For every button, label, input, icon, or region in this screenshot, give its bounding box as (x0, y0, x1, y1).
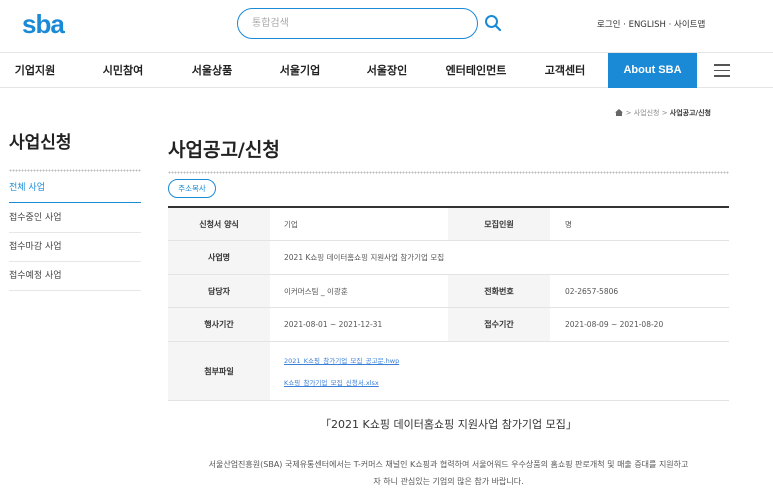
table-header: 첨부파일 (168, 342, 270, 400)
table-row: 신청서 양식 기업 모집인원 명 (168, 208, 729, 241)
table-row: 사업명 2021 K쇼핑 데이터홈쇼핑 지원사업 참가기업 모집 (168, 241, 729, 275)
breadcrumb-current: 사업공고/신청 (669, 109, 711, 117)
table-header: 접수기간 (448, 308, 550, 341)
table-value: 2021-08-01 ~ 2021-12-31 (284, 320, 383, 329)
search-box (237, 8, 478, 39)
attachments: 2021_K쇼핑_참가기업_모집_공고문.hwp K쇼핑_참가기업_모집_신청서… (284, 342, 399, 400)
table-header: 담당자 (168, 275, 270, 307)
gnb-item-about-sba[interactable]: About SBA (608, 53, 697, 88)
hamburger-menu-icon[interactable] (714, 64, 730, 77)
gnb-item-entertainment[interactable]: 엔터테인먼트 (436, 53, 516, 88)
table-header: 신청서 양식 (168, 208, 270, 240)
sidebar-item-all[interactable]: 전체 사업 (9, 174, 141, 203)
table-header: 전화번호 (448, 275, 550, 307)
attachment-link-xlsx[interactable]: K쇼핑_참가기업_모집_신청서.xlsx (284, 377, 399, 387)
top-links: 로그인 · ENGLISH · 사이트맵 (597, 18, 705, 30)
table-header: 행사기간 (168, 308, 270, 341)
breadcrumb-separator: > (623, 109, 634, 117)
sidebar-title: 사업신청 (9, 133, 72, 153)
breadcrumb-separator: > (659, 109, 670, 117)
gnb-item-customer-center[interactable]: 고객센터 (530, 53, 600, 88)
attachment-link-hwp[interactable]: 2021_K쇼핑_참가기업_모집_공고문.hwp (284, 355, 399, 365)
link-separator: · (665, 20, 675, 30)
copy-url-button[interactable]: 주소복사 (168, 179, 216, 198)
table-header: 사업명 (168, 241, 270, 274)
gnb-item-seoul-masters[interactable]: 서울장인 (352, 53, 422, 88)
gnb-item-seoul-products[interactable]: 서울상품 (177, 53, 247, 88)
search-input[interactable] (238, 9, 477, 38)
english-link[interactable]: ENGLISH (629, 20, 666, 30)
gnb-item-business-support[interactable]: 기업지원 (0, 53, 70, 88)
gnb-item-citizen[interactable]: 시민참여 (88, 53, 158, 88)
table-row: 행사기간 2021-08-01 ~ 2021-12-31 접수기간 2021-0… (168, 308, 729, 342)
sidebar-item-closed[interactable]: 접수마감 사업 (9, 233, 141, 262)
table-row: 첨부파일 2021_K쇼핑_참가기업_모집_공고문.hwp K쇼핑_참가기업_모… (168, 342, 729, 401)
main-navigation: 기업지원 시민참여 서울상품 서울기업 서울장인 엔터테인먼트 고객센터 Abo… (0, 52, 773, 88)
breadcrumb-item[interactable]: 사업신청 (634, 109, 660, 117)
table-value: 명 (565, 219, 572, 229)
sidebar-item-open[interactable]: 접수중인 사업 (9, 204, 141, 233)
search-icon[interactable] (484, 14, 502, 32)
business-name-value: 2021 K쇼핑 데이터홈쇼핑 지원사업 참가기업 모집 (284, 253, 445, 262)
link-separator: · (620, 20, 629, 30)
breadcrumb: > 사업신청 > 사업공고/신청 (615, 108, 711, 118)
content-title: 「2021 K쇼핑 데이터홈쇼핑 지원사업 참가기업 모집」 (320, 418, 577, 431)
table-header: 모집인원 (448, 208, 550, 240)
page-title: 사업공고/신청 (168, 139, 280, 161)
sitemap-link[interactable]: 사이트맵 (674, 20, 705, 30)
title-divider (168, 171, 729, 174)
sidebar-divider (9, 169, 141, 172)
table-value: 기업 (284, 219, 298, 229)
login-link[interactable]: 로그인 (597, 20, 620, 30)
table-value: 2021-08-09 ~ 2021-08-20 (565, 320, 664, 329)
sidebar-item-upcoming[interactable]: 접수예정 사업 (9, 262, 141, 291)
table-value: 02-2657-5806 (565, 286, 619, 296)
table-row: 담당자 이커머스팀 _ 이광훈 전화번호 02-2657-5806 (168, 275, 729, 308)
content-paragraph: 자 하니 관심있는 기업의 많은 참가 바랍니다. (373, 477, 524, 486)
gnb-item-seoul-companies[interactable]: 서울기업 (265, 53, 335, 88)
table-value: 이커머스팀 _ 이광훈 (284, 286, 348, 296)
sba-logo[interactable]: sba (22, 9, 65, 40)
content-body: 서울산업진흥원(SBA) 국제유통센터에서는 T-커머스 채널인 K쇼핑과 협력… (168, 456, 729, 490)
content-paragraph: 서울산업진흥원(SBA) 국제유통센터에서는 T-커머스 채널인 K쇼핑과 협력… (208, 460, 689, 469)
business-info-table: 신청서 양식 기업 모집인원 명 사업명 2021 K쇼핑 데이터홈쇼핑 지원사… (168, 206, 729, 401)
